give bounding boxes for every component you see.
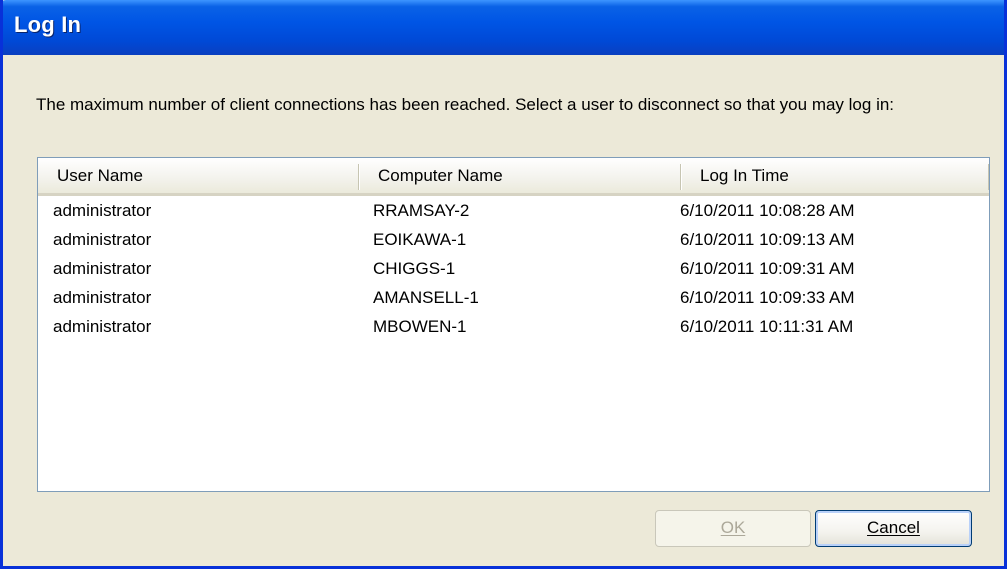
cancel-button-label: Cancel bbox=[867, 518, 920, 537]
list-rows: administrator RRAMSAY-2 6/10/2011 10:08:… bbox=[38, 196, 989, 341]
cell-computer-name: EOIKAWA-1 bbox=[373, 230, 467, 249]
cell-computer-name: MBOWEN-1 bbox=[373, 317, 467, 336]
column-header-log-in-time[interactable]: Log In Time bbox=[680, 158, 989, 193]
cell-log-in-time: 6/10/2011 10:09:31 AM bbox=[680, 259, 855, 278]
column-header-computer-name[interactable]: Computer Name bbox=[358, 158, 680, 193]
dialog-title: Log In bbox=[14, 12, 82, 37]
list-row[interactable]: administrator AMANSELL-1 6/10/2011 10:09… bbox=[38, 283, 989, 312]
cell-log-in-time: 6/10/2011 10:09:33 AM bbox=[680, 288, 855, 307]
cell-user-name: administrator bbox=[53, 317, 152, 336]
cell-user-name: administrator bbox=[53, 201, 152, 220]
column-divider[interactable] bbox=[988, 164, 989, 190]
list-row[interactable]: administrator RRAMSAY-2 6/10/2011 10:08:… bbox=[38, 196, 989, 225]
cell-user-name: administrator bbox=[53, 230, 152, 249]
list-row[interactable]: administrator MBOWEN-1 6/10/2011 10:11:3… bbox=[38, 312, 989, 341]
ok-button[interactable]: OK bbox=[655, 510, 811, 547]
cell-log-in-time: 6/10/2011 10:09:13 AM bbox=[680, 230, 855, 249]
instruction-message: The maximum number of client connections… bbox=[36, 95, 895, 114]
cell-user-name: administrator bbox=[53, 288, 152, 307]
cell-user-name: administrator bbox=[53, 259, 152, 278]
cell-log-in-time: 6/10/2011 10:11:31 AM bbox=[680, 317, 854, 336]
connections-list[interactable]: User Name Computer Name Log In Time admi… bbox=[37, 157, 990, 492]
login-dialog: Log In The maximum number of client conn… bbox=[0, 0, 1007, 569]
ok-button-label: OK bbox=[720, 518, 746, 537]
cell-computer-name: AMANSELL-1 bbox=[373, 288, 479, 307]
cancel-button[interactable]: Cancel bbox=[815, 510, 972, 547]
cell-computer-name: RRAMSAY-2 bbox=[373, 201, 470, 220]
list-header: User Name Computer Name Log In Time bbox=[38, 158, 989, 196]
list-row[interactable]: administrator EOIKAWA-1 6/10/2011 10:09:… bbox=[38, 225, 989, 254]
list-row[interactable]: administrator CHIGGS-1 6/10/2011 10:09:3… bbox=[38, 254, 989, 283]
column-header-user-name[interactable]: User Name bbox=[38, 158, 358, 193]
cell-computer-name: CHIGGS-1 bbox=[373, 259, 456, 278]
cell-log-in-time: 6/10/2011 10:08:28 AM bbox=[680, 201, 855, 220]
title-bar[interactable]: Log In bbox=[3, 0, 1004, 55]
